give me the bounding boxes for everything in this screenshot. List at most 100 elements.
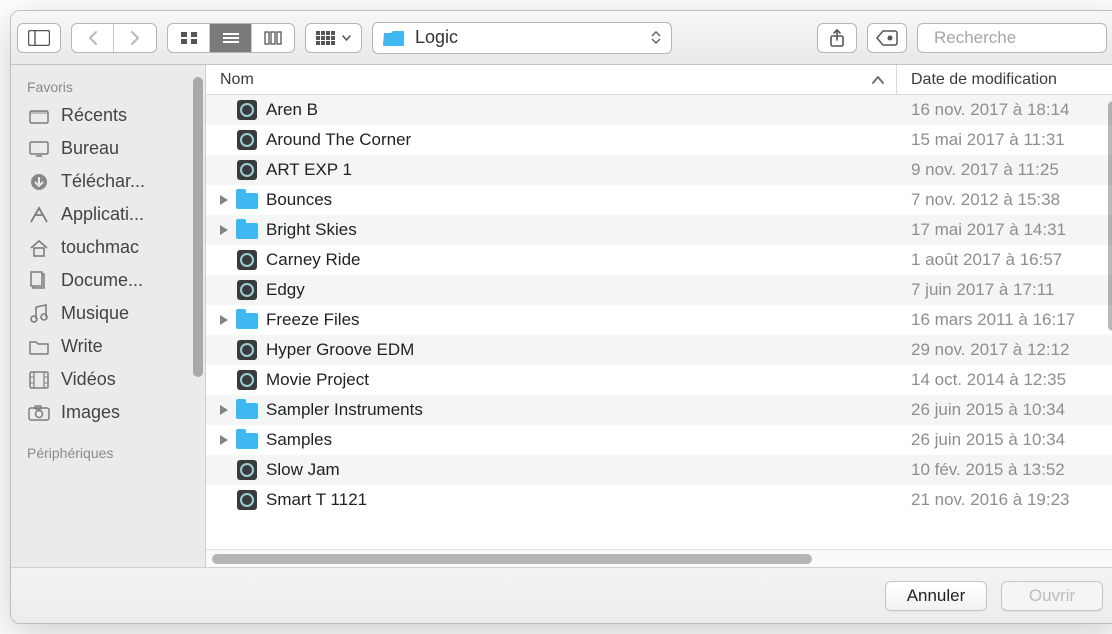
folder-outline-icon [27, 339, 51, 355]
file-name: Samples [262, 430, 897, 450]
cancel-button[interactable]: Annuler [885, 581, 987, 611]
column-date[interactable]: Date de modification [897, 65, 1112, 94]
search-input[interactable] [932, 27, 1112, 49]
file-date: 1 août 2017 à 16:57 [897, 250, 1112, 270]
file-row[interactable]: Smart T 112121 nov. 2016 à 19:23 [206, 485, 1112, 515]
list-icon [222, 31, 240, 45]
file-row[interactable]: Hyper Groove EDM29 nov. 2017 à 12:12 [206, 335, 1112, 365]
file-row[interactable]: Samples26 juin 2015 à 10:34 [206, 425, 1112, 455]
home-icon [27, 239, 51, 257]
file-row[interactable]: ART EXP 19 nov. 2017 à 11:25 [206, 155, 1112, 185]
disclosure-triangle[interactable] [206, 195, 232, 205]
sort-ascending-icon [872, 76, 884, 84]
rows: Aren B16 nov. 2017 à 18:14Around The Cor… [206, 95, 1112, 549]
sidebar-item-home[interactable]: touchmac [11, 231, 205, 264]
file-name: Movie Project [262, 370, 897, 390]
sidebar-item-applications[interactable]: Applicati... [11, 198, 205, 231]
arrange-icon [316, 31, 336, 45]
file-date: 10 fév. 2015 à 13:52 [897, 460, 1112, 480]
sidebar-item-desktop[interactable]: Bureau [11, 132, 205, 165]
file-row[interactable]: Edgy7 juin 2017 à 17:11 [206, 275, 1112, 305]
share-button[interactable] [817, 23, 857, 53]
sidebar-toggle-button[interactable] [18, 24, 60, 52]
arrange-button[interactable] [305, 23, 362, 53]
open-button-label: Ouvrir [1029, 586, 1075, 606]
folder-icon [232, 221, 262, 239]
horizontal-scroll-track[interactable] [206, 549, 1112, 567]
tags-button[interactable] [867, 23, 907, 53]
file-row[interactable]: Carney Ride1 août 2017 à 16:57 [206, 245, 1112, 275]
sidebar-section-favorites: Favoris [11, 71, 205, 99]
horizontal-scroll-thumb[interactable] [212, 554, 812, 564]
sidebar-item-label: Musique [61, 303, 193, 324]
sidebar-item-label: Téléchar... [61, 171, 193, 192]
vertical-scrollbar[interactable] [1108, 101, 1112, 331]
file-row[interactable]: Bounces7 nov. 2012 à 15:38 [206, 185, 1112, 215]
view-icons-button[interactable] [168, 24, 210, 52]
view-list-button[interactable] [210, 24, 252, 52]
file-row[interactable]: Slow Jam10 fév. 2015 à 13:52 [206, 455, 1112, 485]
folder-icon [232, 431, 262, 449]
file-row[interactable]: Sampler Instruments26 juin 2015 à 10:34 [206, 395, 1112, 425]
chevron-right-icon [129, 31, 141, 45]
file-row[interactable]: Movie Project14 oct. 2014 à 12:35 [206, 365, 1112, 395]
file-list: Nom Date de modification Aren B16 nov. 2… [206, 65, 1112, 567]
cancel-button-label: Annuler [907, 586, 966, 606]
file-date: 15 mai 2017 à 11:31 [897, 130, 1112, 150]
folder-popup-label: Logic [415, 27, 641, 48]
view-columns-button[interactable] [252, 24, 294, 52]
sidebar-icon [28, 30, 50, 46]
pictures-icon [27, 405, 51, 421]
logic-project-icon [232, 280, 262, 300]
sidebar-item-pictures[interactable]: Images [11, 396, 205, 429]
sidebar-scrollbar[interactable] [193, 77, 203, 377]
nav-group [71, 23, 157, 53]
forward-button[interactable] [114, 24, 156, 52]
sidebar-item-recents[interactable]: Récents [11, 99, 205, 132]
file-date: 9 nov. 2017 à 11:25 [897, 160, 1112, 180]
sidebar-item-write[interactable]: Write [11, 330, 205, 363]
disclosure-triangle[interactable] [206, 405, 232, 415]
logic-project-icon [232, 100, 262, 120]
sidebar-item-label: Images [61, 402, 193, 423]
sidebar-item-downloads[interactable]: Téléchar... [11, 165, 205, 198]
desktop-icon [27, 141, 51, 157]
file-name: Hyper Groove EDM [262, 340, 897, 360]
search-field[interactable] [917, 23, 1107, 53]
file-name: Slow Jam [262, 460, 897, 480]
file-name: Around The Corner [262, 130, 897, 150]
file-row[interactable]: Freeze Files16 mars 2011 à 16:17 [206, 305, 1112, 335]
sidebar-item-label: Vidéos [61, 369, 193, 390]
sidebar-section-devices: Périphériques [11, 429, 205, 465]
logic-project-icon [232, 130, 262, 150]
sidebar-item-label: Applicati... [61, 204, 193, 225]
folder-icon [383, 29, 405, 47]
music-icon [27, 304, 51, 324]
file-date: 17 mai 2017 à 14:31 [897, 220, 1112, 240]
open-button[interactable]: Ouvrir [1001, 581, 1103, 611]
view-mode-group [167, 23, 295, 53]
back-button[interactable] [72, 24, 114, 52]
file-row[interactable]: Around The Corner15 mai 2017 à 11:31 [206, 125, 1112, 155]
updown-icon [651, 31, 661, 44]
sidebar-item-documents[interactable]: Docume... [11, 264, 205, 297]
file-row[interactable]: Aren B16 nov. 2017 à 18:14 [206, 95, 1112, 125]
file-row[interactable]: Bright Skies17 mai 2017 à 14:31 [206, 215, 1112, 245]
file-name: Aren B [262, 100, 897, 120]
disclosure-triangle[interactable] [206, 315, 232, 325]
recents-icon [27, 108, 51, 124]
file-name: Edgy [262, 280, 897, 300]
applications-icon [27, 206, 51, 224]
folder-popup[interactable]: Logic [372, 22, 672, 54]
disclosure-triangle[interactable] [206, 225, 232, 235]
disclosure-triangle[interactable] [206, 435, 232, 445]
file-name: Bright Skies [262, 220, 897, 240]
documents-icon [27, 271, 51, 291]
chevron-down-icon [342, 35, 351, 41]
sidebar-item-label: touchmac [61, 237, 193, 258]
sidebar-item-movies[interactable]: Vidéos [11, 363, 205, 396]
toolbar: Logic [11, 11, 1112, 65]
sidebar-item-music[interactable]: Musique [11, 297, 205, 330]
file-date: 7 nov. 2012 à 15:38 [897, 190, 1112, 210]
column-name[interactable]: Nom [206, 65, 897, 94]
